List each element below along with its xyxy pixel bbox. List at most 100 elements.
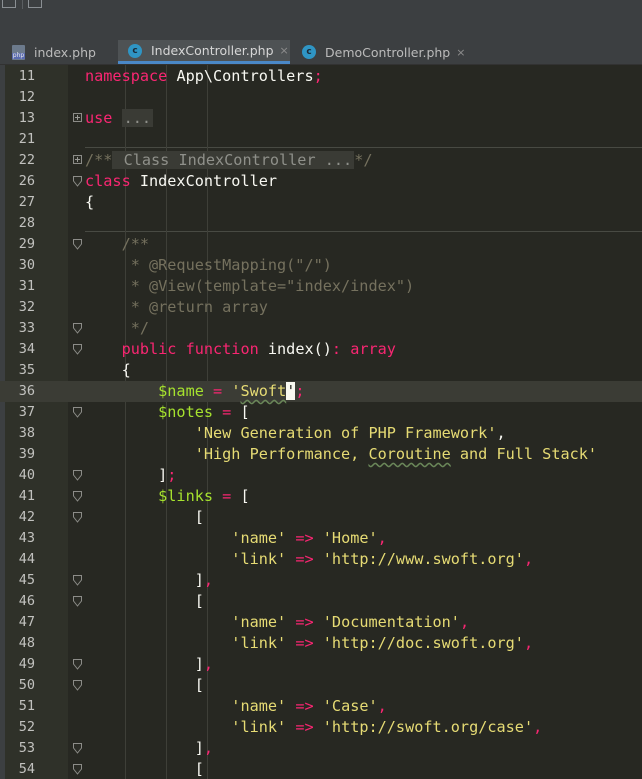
code-line[interactable]: 30 * @RequestMapping("/") [0, 255, 642, 276]
code-line[interactable]: 48 'link' => 'http://doc.swoft.org', [0, 633, 642, 654]
php-class-icon: c [302, 45, 316, 59]
folded-region[interactable]: ... [121, 109, 154, 127]
code-line[interactable]: 52 'link' => 'http://swoft.org/case', [0, 717, 642, 738]
fold-marker-icon[interactable] [73, 743, 82, 754]
line-number: 50 [18, 677, 35, 693]
fold-marker-icon[interactable] [73, 680, 82, 691]
code-text: $name = 'Swoft'; [85, 381, 305, 402]
code-token: 'link' [85, 550, 287, 568]
fold-expand-icon[interactable] [73, 155, 82, 164]
code-line[interactable]: 27 { [0, 192, 642, 213]
code-line[interactable]: 45 ], [0, 570, 642, 591]
code-text: 'name' => 'Home', [85, 528, 387, 549]
code-token: 'link' [85, 718, 287, 736]
tab-index-php[interactable]: index.php [0, 40, 115, 64]
code-token: , [203, 655, 214, 673]
code-line[interactable]: 47 'name' => 'Documentation', [0, 612, 642, 633]
fold-collapse-icon[interactable] [73, 176, 82, 187]
code-text: $notes = [ [85, 402, 249, 423]
code-line[interactable]: 31 * @View(template="index/index") [0, 276, 642, 297]
code-token: 'name' [85, 613, 287, 631]
code-line[interactable]: 43 'name' => 'Home', [0, 528, 642, 549]
code-token: array [350, 340, 396, 358]
fold-expand-icon[interactable] [73, 113, 82, 122]
code-token: [ [85, 760, 204, 778]
code-token: 'http://doc.swoft.org' [322, 634, 524, 652]
code-token: App\Controllers [167, 67, 314, 85]
code-line[interactable]: 38 'New Generation of PHP Framework', [0, 423, 642, 444]
code-line[interactable]: 51 'name' => 'Case', [0, 696, 642, 717]
line-number: 27 [18, 194, 35, 210]
code-line[interactable]: 46 [ [0, 591, 642, 612]
text-caret: ' [286, 382, 296, 400]
code-token: 'Home' [322, 529, 378, 547]
code-token: ] [85, 655, 204, 673]
code-line[interactable]: 49 ], [0, 654, 642, 675]
code-token: , [523, 634, 534, 652]
tab-indexcontroller-php[interactable]: c IndexController.php × [118, 40, 290, 64]
code-token: IndexController [130, 172, 278, 190]
code-line[interactable]: 28 [0, 213, 642, 234]
code-token: [ [85, 508, 204, 526]
code-line[interactable]: 41 $links = [ [0, 486, 642, 507]
code-token: /** [85, 151, 113, 169]
code-line[interactable]: 33 */ [0, 318, 642, 339]
code-token: ; [167, 466, 177, 484]
code-line[interactable]: 34 public function index(): array [0, 339, 642, 360]
code-token: [ [231, 487, 250, 505]
fold-marker-icon[interactable] [73, 575, 82, 586]
code-line[interactable]: 13 use ... [0, 108, 642, 129]
close-tab-icon[interactable]: × [280, 44, 289, 57]
folded-region[interactable]: Class IndexController ... [112, 151, 355, 169]
fold-marker-icon[interactable] [73, 407, 82, 418]
fold-marker-icon[interactable] [73, 659, 82, 670]
code-text: 'High Performance, Coroutine and Full St… [85, 444, 597, 465]
code-token: 'http://www.swoft.org' [322, 550, 524, 568]
code-text: $links = [ [85, 486, 250, 507]
code-line[interactable]: 29 /** [0, 234, 642, 255]
code-line[interactable]: 21 [0, 129, 642, 150]
fold-marker-icon[interactable] [73, 239, 82, 250]
line-number: 13 [18, 110, 35, 126]
code-token: function [185, 340, 259, 358]
code-text: * @View(template="index/index") [85, 276, 414, 297]
code-line[interactable]: 53 ], [0, 738, 642, 759]
code-line[interactable]: 40 ]; [0, 465, 642, 486]
code-line[interactable]: 37 $notes = [ [0, 402, 642, 423]
code-line[interactable]: 26 class IndexController [0, 171, 642, 192]
toolbar-icon[interactable] [2, 0, 16, 8]
code-line[interactable]: 32 * @return array [0, 297, 642, 318]
code-text: [ [85, 507, 204, 528]
fold-marker-icon[interactable] [73, 344, 82, 355]
fold-marker-icon[interactable] [73, 512, 82, 523]
close-tab-icon[interactable]: × [456, 46, 465, 59]
code-editor[interactable]: 11 namespace App\Controllers; 12 13 use ... 2… [0, 65, 642, 779]
code-line[interactable]: 12 [0, 87, 642, 108]
line-number: 29 [18, 236, 35, 252]
code-line[interactable]: 44 'link' => 'http://www.swoft.org', [0, 549, 642, 570]
fold-marker-icon[interactable] [73, 491, 82, 502]
code-line[interactable]: 39 'High Performance, Coroutine and Full… [0, 444, 642, 465]
code-line-current[interactable]: 36 $name = 'Swoft'; [0, 381, 642, 402]
fold-marker-icon[interactable] [73, 764, 82, 775]
tab-democontroller-php[interactable]: c DemoController.php × [292, 40, 472, 64]
code-token: * @RequestMapping("/") [85, 256, 332, 274]
code-line[interactable]: 22 /** Class IndexController ... */ [0, 150, 642, 171]
save-icon[interactable] [28, 0, 42, 8]
line-number: 21 [18, 131, 35, 147]
fold-marker-icon[interactable] [73, 323, 82, 334]
code-line[interactable]: 35 { [0, 360, 642, 381]
fold-marker-icon[interactable] [73, 470, 82, 481]
line-number: 32 [18, 299, 35, 315]
code-line[interactable]: 11 namespace App\Controllers; [0, 66, 642, 87]
fold-marker-icon[interactable] [73, 596, 82, 607]
code-line[interactable]: 50 [ [0, 675, 642, 696]
code-line[interactable]: 42 [ [0, 507, 642, 528]
line-number: 42 [18, 509, 35, 525]
code-line[interactable]: 54 [ [0, 759, 642, 779]
